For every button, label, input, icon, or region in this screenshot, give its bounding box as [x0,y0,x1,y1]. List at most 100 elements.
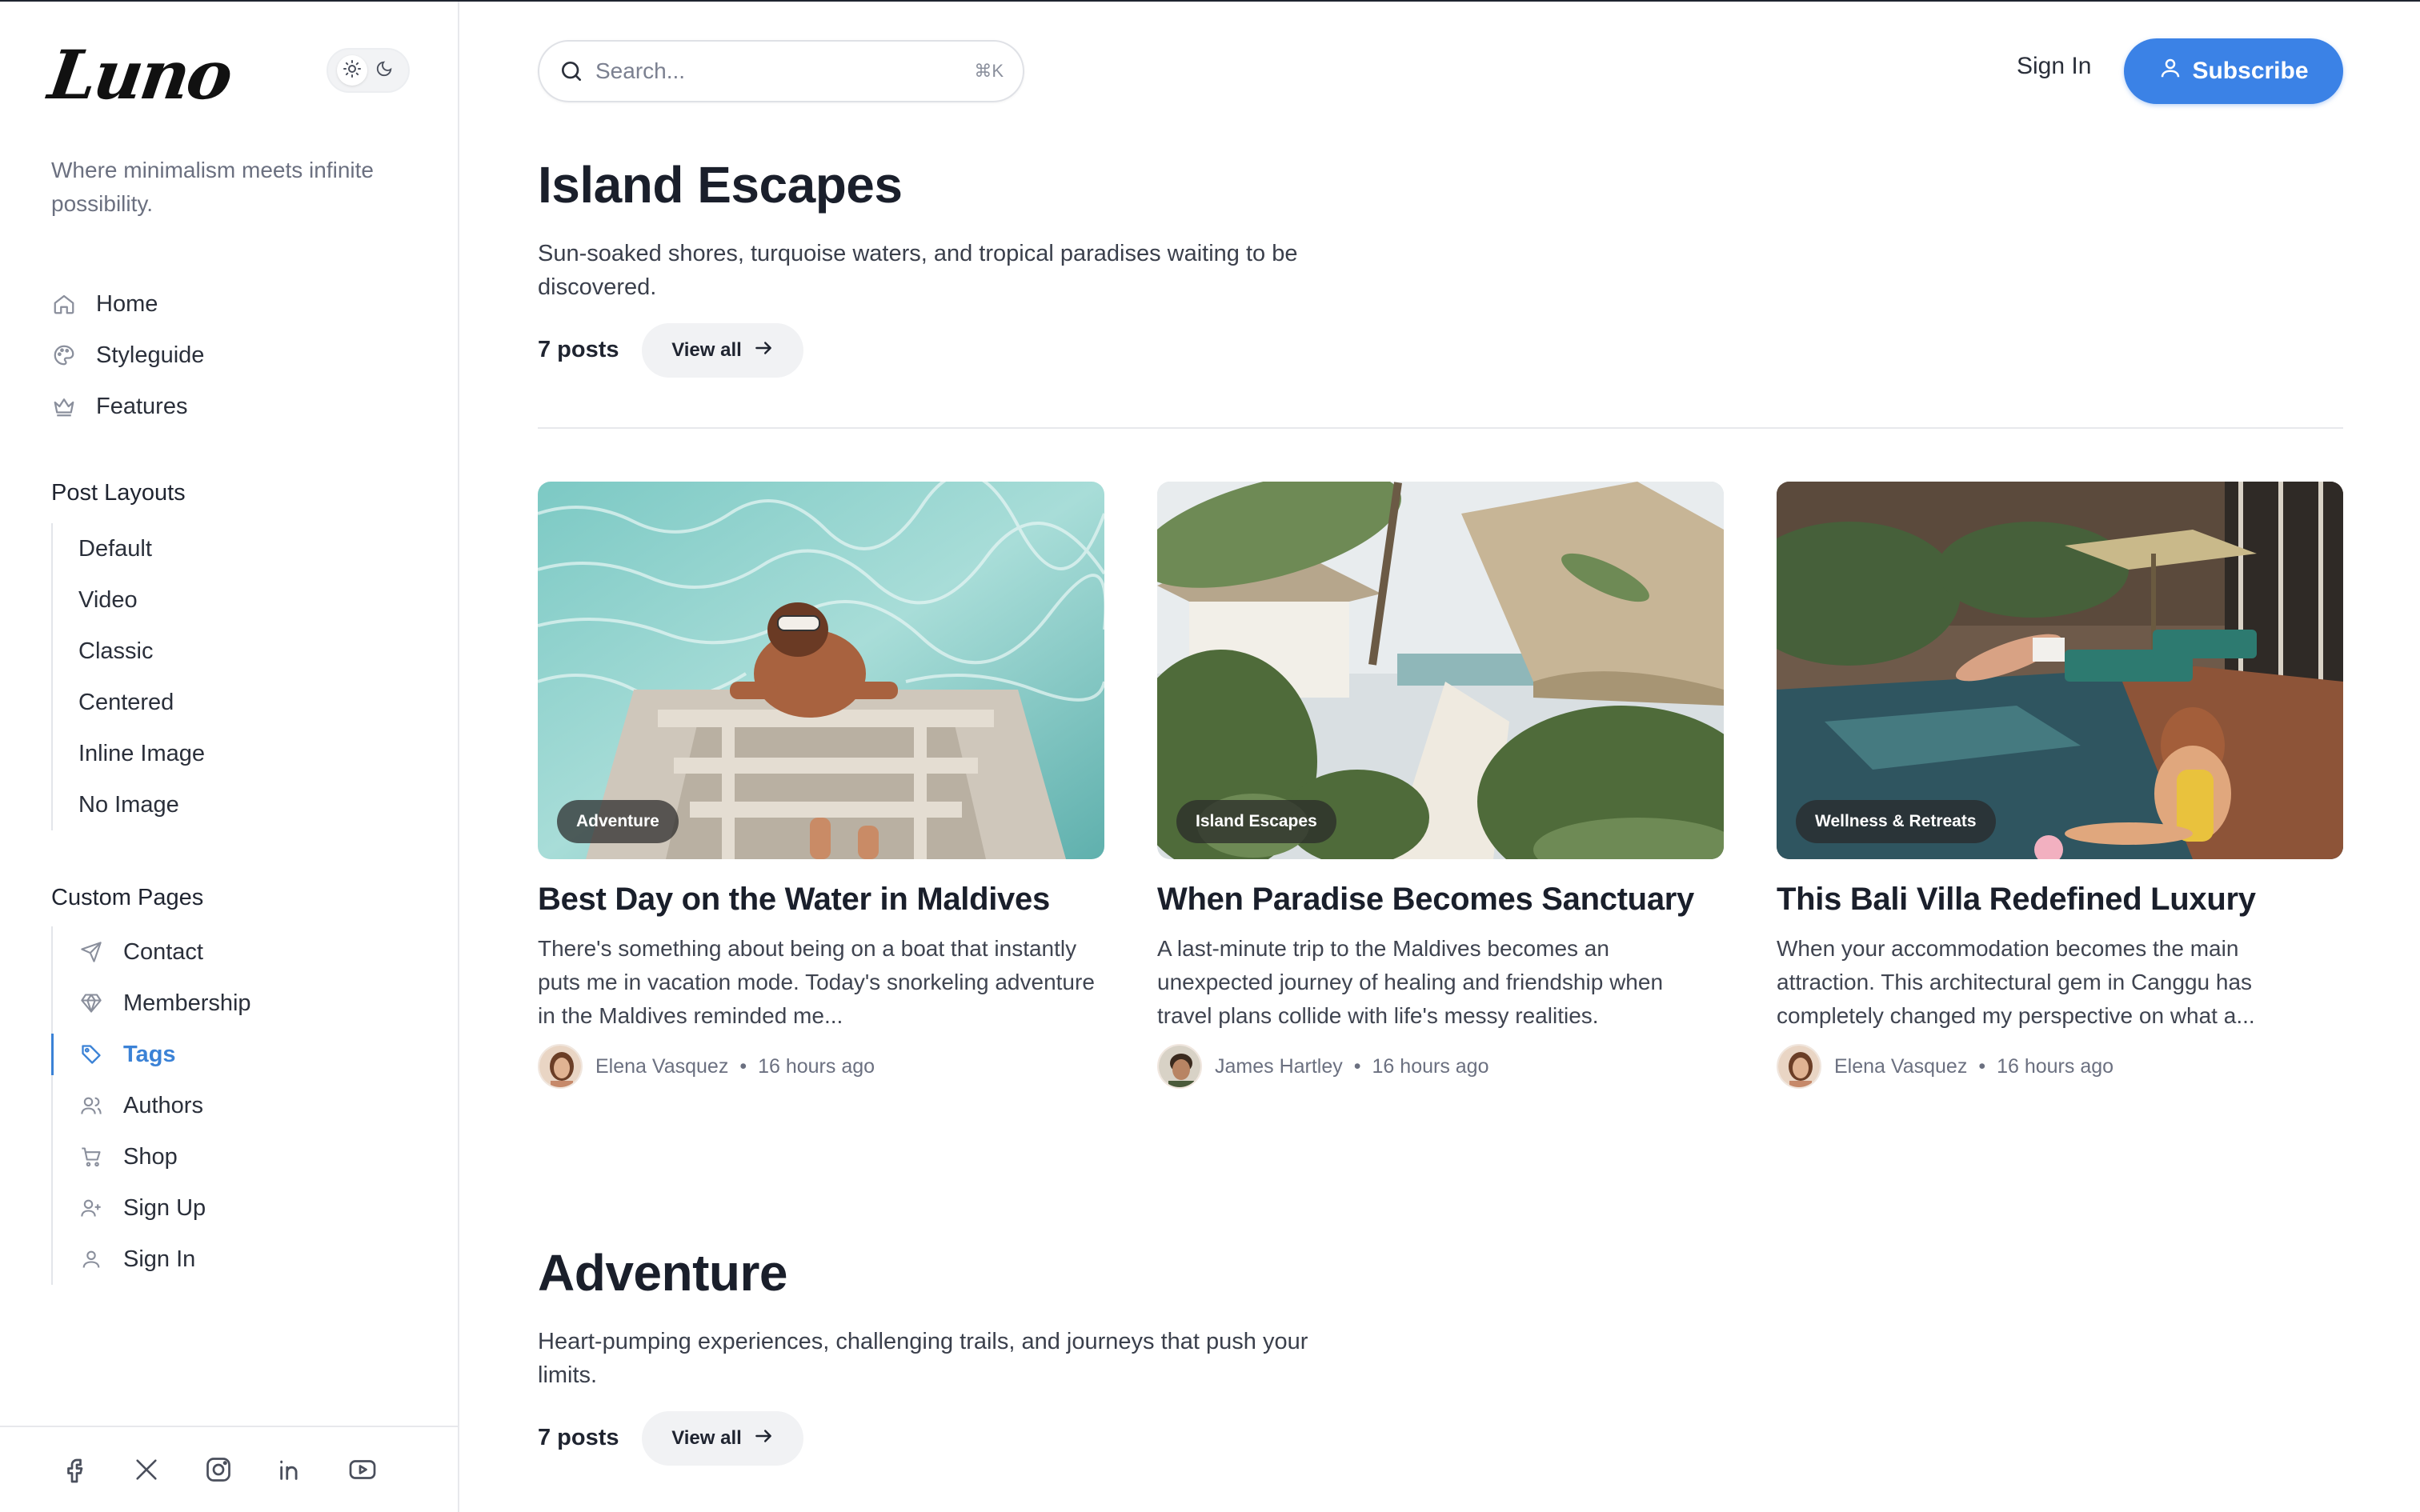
layout-item-no-image[interactable]: No Image [53,779,205,830]
search-input[interactable] [595,58,975,84]
layout-item-centered[interactable]: Centered [53,677,205,728]
nav-label: Home [96,290,158,317]
users-icon [78,1093,104,1118]
dark-mode-button[interactable] [369,55,399,86]
subscribe-button[interactable]: Subscribe [2124,38,2343,104]
page-label: Authors [123,1092,203,1118]
subscribe-label: Subscribe [2192,58,2309,84]
linkedin-icon[interactable] [272,1451,309,1488]
custom-pages-list: Contact Membership Tags Authors Shop Sig… [51,926,251,1285]
search-bar[interactable]: ⌘K [538,40,1024,102]
nav-item-styleguide[interactable]: Styleguide [51,330,204,381]
sidebar: Luno Where minimalism meets infinite pos… [0,2,459,1512]
page-item-shop[interactable]: Shop [53,1131,251,1182]
user-icon [78,1246,104,1272]
post-excerpt: A last-minute trip to the Maldives becom… [1157,936,1664,1028]
meta-separator: • [1978,1054,1986,1078]
search-icon [559,58,586,85]
post-image[interactable]: Island Escapes [1157,482,1724,859]
page-label: Sign Up [123,1194,206,1221]
page-label: Shop [123,1143,178,1170]
diamond-icon [78,990,104,1016]
nav-label: Styleguide [96,342,205,368]
author-name[interactable]: James Hartley [1215,1055,1343,1078]
post-card[interactable]: Island Escapes When Paradise Becomes San… [1157,482,1724,1089]
post-image[interactable]: Adventure [538,482,1104,859]
x-icon[interactable] [128,1451,165,1488]
light-mode-button[interactable] [337,55,367,86]
view-all-button[interactable]: View all [642,323,803,378]
post-tag-badge[interactable]: Wellness & Retreats [1796,800,1996,843]
arrow-right-icon [753,338,774,364]
search-shortcut-hint: ⌘K [974,61,1004,81]
post-meta: Elena Vasquez • 16 hours ago [1777,1044,2343,1089]
post-layouts-heading: Post Layouts [51,480,186,506]
post-image[interactable]: Wellness & Retreats [1777,482,2343,859]
post-excerpt: When your accommodation becomes the main… [1777,936,2255,1028]
tag-icon [78,1042,104,1067]
youtube-icon[interactable] [344,1451,381,1488]
view-all-label: View all [671,339,742,361]
nav-label: Features [96,393,188,419]
view-all-button[interactable]: View all [642,1411,803,1466]
author-avatar[interactable] [1157,1044,1202,1089]
instagram-icon[interactable] [200,1451,237,1488]
site-tagline: Where minimalism meets infinite possibil… [51,158,374,216]
meta-separator: • [739,1054,747,1078]
post-title[interactable]: When Paradise Becomes Sanctuary [1157,882,1724,918]
palette-icon [51,342,77,368]
sun-icon [343,59,362,82]
custom-pages-heading: Custom Pages [51,885,204,910]
page-label: Membership [123,990,251,1016]
sign-in-link[interactable]: Sign In [2017,53,2091,80]
page-item-contact[interactable]: Contact [53,926,251,978]
section-description: Heart-pumping experiences, challenging t… [538,1329,1308,1388]
crown-icon [51,394,77,419]
page-label: Sign In [123,1246,196,1272]
post-tag-badge[interactable]: Island Escapes [1176,800,1336,843]
site-logo[interactable]: Luno [44,35,235,114]
user-plus-icon [78,1195,104,1221]
page-item-sign-up[interactable]: Sign Up [53,1182,251,1234]
page-label: Tags [123,1041,176,1067]
post-card[interactable]: Wellness & Retreats This Bali Villa Rede… [1777,482,2343,1089]
post-time: 16 hours ago [1997,1054,2114,1078]
page-item-authors[interactable]: Authors [53,1080,251,1131]
section-title: Island Escapes [538,156,903,214]
moon-icon [375,60,393,82]
posts-count: 7 posts [538,1425,619,1450]
layout-item-classic[interactable]: Classic [53,626,205,677]
social-links [0,1426,458,1512]
user-icon [2158,56,2182,86]
home-icon [51,291,77,317]
view-all-label: View all [671,1427,742,1449]
arrow-right-icon [753,1426,774,1452]
nav-item-features[interactable]: Features [51,381,204,432]
layout-item-video[interactable]: Video [53,574,205,626]
layout-item-inline-image[interactable]: Inline Image [53,728,205,779]
section-title: Adventure [538,1244,788,1302]
page-label: Contact [123,938,203,965]
author-name[interactable]: Elena Vasquez [595,1055,728,1078]
nav-item-home[interactable]: Home [51,278,204,330]
theme-toggle[interactable] [327,48,410,93]
author-avatar[interactable] [1777,1044,1821,1089]
main-nav: Home Styleguide Features [51,278,204,432]
posts-count: 7 posts [538,337,619,362]
author-avatar[interactable] [538,1044,583,1089]
post-title[interactable]: This Bali Villa Redefined Luxury [1777,882,2343,918]
section-description: Sun-soaked shores, turquoise waters, and… [538,241,1298,300]
post-title[interactable]: Best Day on the Water in Maldives [538,882,1104,918]
facebook-icon[interactable] [56,1451,93,1488]
post-meta: Elena Vasquez • 16 hours ago [538,1044,1104,1089]
post-time: 16 hours ago [758,1054,875,1078]
post-tag-badge[interactable]: Adventure [557,800,679,843]
post-card[interactable]: Adventure Best Day on the Water in Maldi… [538,482,1104,1089]
page-item-sign-in[interactable]: Sign In [53,1234,251,1285]
layout-item-default[interactable]: Default [53,523,205,574]
post-meta: James Hartley • 16 hours ago [1157,1044,1724,1089]
post-excerpt: There's something about being on a boat … [538,936,1095,1028]
page-item-membership[interactable]: Membership [53,978,251,1029]
author-name[interactable]: Elena Vasquez [1834,1055,1967,1078]
page-item-tags[interactable]: Tags [51,1029,251,1080]
